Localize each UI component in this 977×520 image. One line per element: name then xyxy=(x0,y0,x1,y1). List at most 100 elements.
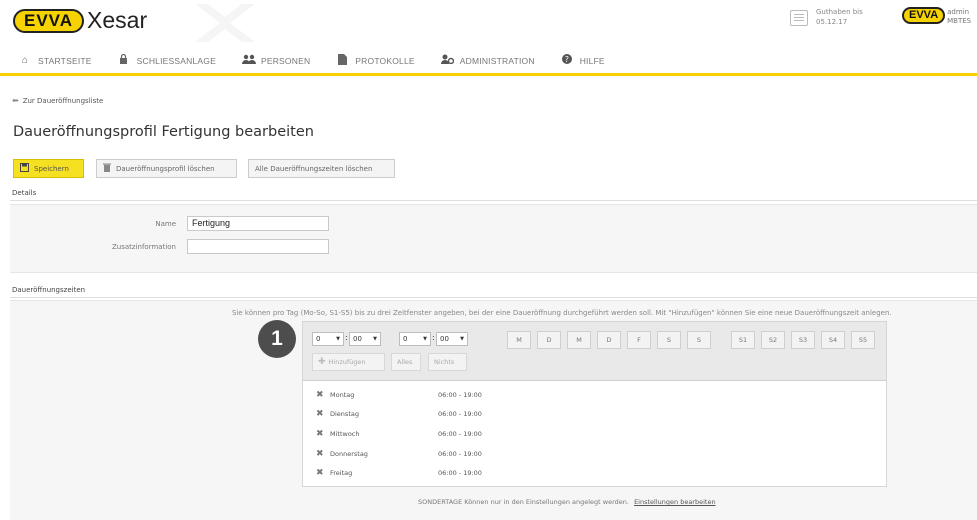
app-header: EVVA Xesar Guthaben bis 05.12.17 EVVA ad… xyxy=(0,0,977,46)
delete-entry-icon[interactable]: ✖ xyxy=(316,409,324,419)
nav-startseite[interactable]: ⌂ STARTSEITE xyxy=(19,55,92,66)
time-entry-row: ✖ Donnerstag 06:00 - 19:00 xyxy=(316,448,482,460)
times-section-title: Daueröffnungszeiten xyxy=(12,286,86,294)
save-label: Speichern xyxy=(34,164,69,173)
time-colon: : xyxy=(432,333,435,342)
plus-icon: ✚ xyxy=(318,357,326,367)
nav-label: PERSONEN xyxy=(260,55,311,66)
save-button[interactable]: Speichern xyxy=(13,159,84,178)
user-menu[interactable]: EVVA admin MBTES xyxy=(902,7,971,26)
delete-profile-label: Daueröffnungsprofil löschen xyxy=(116,164,215,173)
entry-time: 06:00 - 19:00 xyxy=(438,450,482,458)
special-days-text: SONDERTAGE Können nur in den Einstellung… xyxy=(418,498,629,506)
credit-date: 05.12.17 xyxy=(816,18,848,26)
special-day-toggle[interactable]: S2 xyxy=(761,331,785,349)
entry-day: Montag xyxy=(330,391,355,399)
nav-protokolle[interactable]: PROTOKOLLE xyxy=(336,53,415,68)
user-name: admin xyxy=(947,8,970,16)
app-logo[interactable]: EVVA Xesar xyxy=(13,7,148,33)
nav-label: PROTOKOLLE xyxy=(355,55,415,66)
user-org: MBTES xyxy=(947,17,972,25)
entry-day: Mittwoch xyxy=(330,430,360,438)
weekday-toggle[interactable]: S xyxy=(657,331,681,349)
edit-settings-link[interactable]: Einstellungen bearbeiten xyxy=(634,498,716,506)
nav-label: STARTSEITE xyxy=(38,55,92,66)
details-section-title: Details xyxy=(12,189,37,197)
time-entry-row: ✖ Mittwoch 06:00 - 19:00 xyxy=(316,428,482,440)
product-name: Xesar xyxy=(87,7,148,33)
weekday-toggle[interactable]: F xyxy=(627,331,651,349)
delete-all-times-button[interactable]: Alle Daueröffnungszeiten löschen xyxy=(248,159,395,178)
special-day-toggle[interactable]: S5 xyxy=(851,331,875,349)
special-days-note: SONDERTAGE Können nur in den Einstellung… xyxy=(418,498,716,506)
to-minute-value: 00 xyxy=(440,335,449,343)
weekday-toggle[interactable]: D xyxy=(537,331,561,349)
entry-time: 06:00 - 19:00 xyxy=(438,469,482,477)
select-none-button[interactable]: Nichts xyxy=(428,353,467,371)
times-divider xyxy=(10,297,977,298)
name-field[interactable]: Fertigung xyxy=(187,216,329,231)
nav-label: ADMINISTRATION xyxy=(459,55,535,66)
to-minute-select[interactable]: 00 ▼ xyxy=(436,332,468,346)
delete-profile-button[interactable]: Daueröffnungsprofil löschen xyxy=(96,159,237,178)
from-minute-select[interactable]: 00 ▼ xyxy=(349,332,381,346)
delete-all-times-label: Alle Daueröffnungszeiten löschen xyxy=(255,164,373,173)
special-day-toggle[interactable]: S3 xyxy=(791,331,815,349)
additional-info-label: Zusatzinformation xyxy=(112,243,176,251)
delete-entry-icon[interactable]: ✖ xyxy=(316,390,324,400)
special-day-toggle[interactable]: S4 xyxy=(821,331,845,349)
back-link-label: Zur Daueröffnungsliste xyxy=(22,96,104,105)
evva-logo: EVVA xyxy=(13,8,85,33)
time-entry-row: ✖ Montag 06:00 - 19:00 xyxy=(316,389,482,401)
entry-time: 06:00 - 19:00 xyxy=(438,430,482,438)
main-nav: ⌂ STARTSEITE SCHLIESSANLAGE PERSONEN PRO… xyxy=(0,48,977,76)
select-all-button[interactable]: Alles xyxy=(391,353,421,371)
credit-label: Guthaben bis xyxy=(816,8,863,16)
time-entry-row: ✖ Freitag 06:00 - 19:00 xyxy=(316,467,482,479)
entry-day: Donnerstag xyxy=(330,450,368,458)
delete-entry-icon[interactable]: ✖ xyxy=(316,429,324,439)
details-divider xyxy=(10,200,977,201)
back-link[interactable]: ⬅ Zur Daueröffnungsliste xyxy=(12,96,103,105)
entry-day: Freitag xyxy=(330,469,353,477)
additional-info-field[interactable] xyxy=(187,239,329,254)
delete-entry-icon[interactable]: ✖ xyxy=(316,449,324,459)
callout-badge: 1 xyxy=(258,320,296,358)
from-hour-select[interactable]: 0 ▼ xyxy=(312,332,344,346)
to-hour-value: 0 xyxy=(403,335,408,343)
delete-entry-icon[interactable]: ✖ xyxy=(316,468,324,478)
weekday-toggle[interactable]: S xyxy=(687,331,711,349)
times-hint: Sie können pro Tag (Mo-So, S1-S5) bis zu… xyxy=(232,309,892,317)
nav-schliessanlage[interactable]: SCHLIESSANLAGE xyxy=(118,53,216,67)
time-colon: : xyxy=(345,333,348,342)
nav-personen[interactable]: PERSONEN xyxy=(241,54,311,67)
nav-label: HILFE xyxy=(579,55,605,66)
add-time-label: Hinzufügen xyxy=(328,358,366,366)
home-icon: ⌂ xyxy=(21,55,29,66)
from-minute-value: 00 xyxy=(353,335,362,343)
help-icon: ? xyxy=(561,54,573,67)
credit-card-icon xyxy=(790,10,808,26)
weekday-toggle[interactable]: M xyxy=(507,331,531,349)
nav-hilfe[interactable]: ? HILFE xyxy=(561,54,605,67)
to-hour-select[interactable]: 0 ▼ xyxy=(399,332,431,346)
lock-icon xyxy=(118,53,130,67)
back-arrow-icon: ⬅ xyxy=(12,96,19,105)
svg-text:?: ? xyxy=(564,55,568,64)
trash-icon xyxy=(103,163,111,175)
time-entry-row: ✖ Dienstag 06:00 - 19:00 xyxy=(316,408,482,420)
watermark-x-icon xyxy=(195,4,255,42)
document-icon xyxy=(336,53,348,68)
entry-time: 06:00 - 19:00 xyxy=(438,410,482,418)
details-panel xyxy=(10,204,977,273)
entry-time: 06:00 - 19:00 xyxy=(438,391,482,399)
user-evva-logo: EVVA xyxy=(902,7,946,24)
nav-administration[interactable]: ADMINISTRATION xyxy=(440,54,535,67)
admin-icon xyxy=(440,54,454,67)
special-day-toggle[interactable]: S1 xyxy=(731,331,755,349)
chevron-down-icon: ▼ xyxy=(460,336,464,342)
weekday-toggle[interactable]: M xyxy=(567,331,591,349)
from-hour-value: 0 xyxy=(316,335,321,343)
weekday-toggle[interactable]: D xyxy=(597,331,621,349)
add-time-button[interactable]: ✚ Hinzufügen xyxy=(312,353,385,371)
